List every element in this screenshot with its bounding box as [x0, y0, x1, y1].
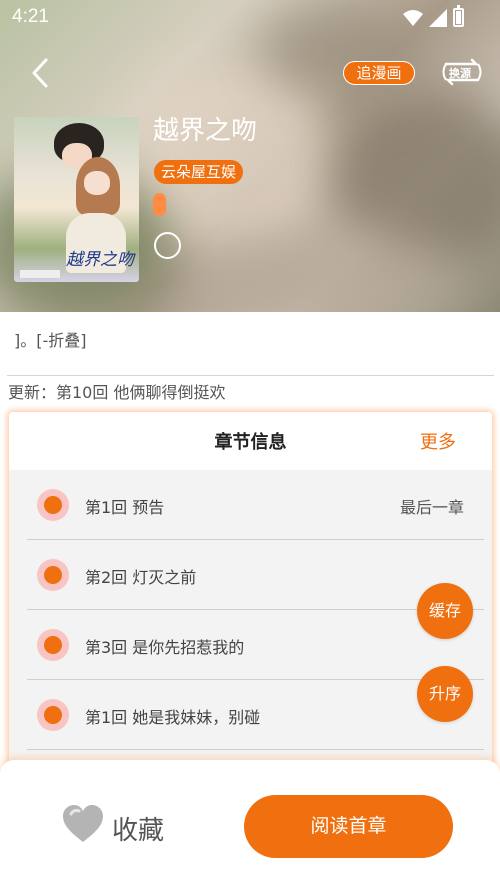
bottom-bar: 收藏 阅读首章 [0, 760, 500, 889]
chapter-row[interactable]: 第1回 她是我妹妹，别碰 [27, 680, 484, 750]
chapter-name: 第1回 她是我妹妹，别碰 [85, 708, 261, 727]
chapter-name: 第1回 预告 [85, 498, 165, 517]
heart-icon [63, 805, 103, 842]
cache-button[interactable]: 缓存 [417, 583, 473, 639]
chapter-row[interactable]: 第3回 是你先招惹我的 [27, 610, 484, 680]
chapter-name: 第3回 是你先招惹我的 [85, 638, 245, 657]
description-text[interactable]: ]。[-折叠] [14, 327, 87, 351]
battery-icon [453, 5, 464, 27]
chevron-left-icon [32, 58, 48, 88]
wifi-icon [403, 9, 423, 26]
read-first-chapter-button[interactable]: 阅读首章 [244, 795, 453, 858]
status-bar: 4:21 [0, 0, 500, 34]
switch-source-button[interactable]: 换源 [440, 58, 484, 86]
signal-icon [429, 8, 447, 27]
chapter-dot-icon [37, 629, 69, 661]
comic-cover[interactable]: 越界之吻 [14, 117, 139, 282]
chapter-dot-icon [37, 699, 69, 731]
status-time: 4:21 [12, 6, 49, 27]
chapter-card-header: 章节信息 更多 [9, 412, 492, 470]
cover-title-logo: 越界之吻 [66, 250, 134, 270]
chapter-row[interactable]: 第2回 灯灭之前 [27, 540, 484, 610]
chapter-dot-icon [37, 559, 69, 591]
switch-source-label: 换源 [449, 67, 471, 80]
chapter-row[interactable]: 第1回 预告 最后一章 [27, 470, 484, 540]
back-button[interactable] [26, 56, 56, 90]
favorite-button[interactable]: 收藏 [62, 804, 172, 850]
status-pill [153, 193, 166, 216]
favorite-label: 收藏 [112, 816, 165, 846]
update-text: 更新：第10回 他俩聊得倒挺欢 [8, 383, 226, 402]
chapter-dot-icon [37, 489, 69, 521]
divider [7, 375, 494, 376]
status-ring [154, 232, 181, 259]
chapter-note: 最后一章 [399, 498, 464, 517]
sort-ascending-button[interactable]: 升序 [417, 666, 473, 722]
more-chapters-link[interactable]: 更多 [420, 428, 456, 454]
author-tag[interactable]: 云朵屋互娱 [154, 160, 244, 184]
chapter-name: 第2回 灯灭之前 [85, 568, 197, 587]
follow-comic-button[interactable]: 追漫画 [343, 61, 415, 85]
comic-title: 越界之吻 [153, 116, 258, 146]
